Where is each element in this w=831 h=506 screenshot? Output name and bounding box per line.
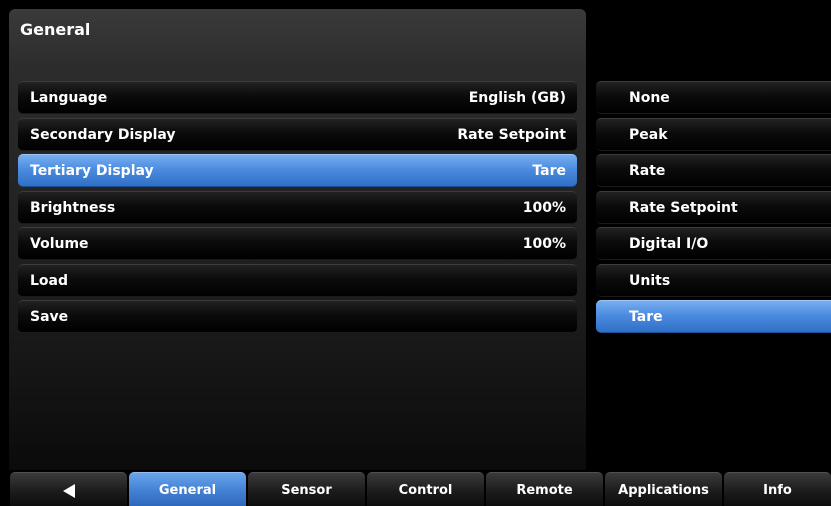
tab-label: Control bbox=[398, 483, 453, 498]
bottom-tab-bar: General Sensor Control Remote Applicatio… bbox=[0, 470, 831, 506]
setting-row-brightness[interactable]: Brightness 100% bbox=[18, 191, 577, 224]
option-rate-setpoint[interactable]: Rate Setpoint bbox=[596, 191, 831, 224]
tab-applications[interactable]: Applications bbox=[605, 472, 722, 506]
setting-label: Brightness bbox=[30, 199, 116, 216]
setting-row-volume[interactable]: Volume 100% bbox=[18, 227, 577, 260]
page-title: General bbox=[20, 20, 91, 39]
setting-row-language[interactable]: Language English (GB) bbox=[18, 81, 577, 114]
setting-value: 100% bbox=[522, 199, 566, 216]
tab-label: General bbox=[158, 483, 217, 498]
setting-row-secondary-display[interactable]: Secondary Display Rate Setpoint bbox=[18, 118, 577, 151]
setting-label: Load bbox=[30, 272, 69, 289]
setting-row-load[interactable]: Load bbox=[18, 264, 577, 297]
tab-general[interactable]: General bbox=[129, 472, 246, 506]
setting-label: Secondary Display bbox=[30, 126, 176, 143]
option-label: Peak bbox=[629, 126, 668, 143]
option-label: Units bbox=[629, 272, 671, 289]
setting-label: Language bbox=[30, 89, 108, 106]
option-peak[interactable]: Peak bbox=[596, 118, 831, 151]
tab-info[interactable]: Info bbox=[724, 472, 831, 506]
option-none[interactable]: None bbox=[596, 81, 831, 114]
back-button[interactable] bbox=[10, 472, 127, 506]
setting-value: English (GB) bbox=[468, 89, 566, 106]
setting-label: Save bbox=[30, 308, 69, 325]
option-rate[interactable]: Rate bbox=[596, 154, 831, 187]
tab-label: Remote bbox=[516, 483, 573, 498]
tab-sensor[interactable]: Sensor bbox=[248, 472, 365, 506]
setting-value: Rate Setpoint bbox=[457, 126, 566, 143]
setting-label: Volume bbox=[30, 235, 89, 252]
tab-label: Sensor bbox=[281, 483, 332, 498]
back-arrow-icon bbox=[62, 483, 75, 498]
option-label: None bbox=[629, 89, 670, 106]
option-units[interactable]: Units bbox=[596, 264, 831, 297]
setting-row-tertiary-display[interactable]: Tertiary Display Tare bbox=[18, 154, 577, 187]
option-label: Tare bbox=[629, 308, 663, 325]
setting-label: Tertiary Display bbox=[30, 162, 154, 179]
setting-row-save[interactable]: Save bbox=[18, 300, 577, 333]
option-label: Digital I/O bbox=[629, 235, 709, 252]
tab-remote[interactable]: Remote bbox=[486, 472, 603, 506]
tab-control[interactable]: Control bbox=[367, 472, 484, 506]
option-digital-io[interactable]: Digital I/O bbox=[596, 227, 831, 260]
setting-value: Tare bbox=[532, 162, 566, 179]
option-tare[interactable]: Tare bbox=[596, 300, 831, 333]
option-label: Rate bbox=[629, 162, 666, 179]
option-label: Rate Setpoint bbox=[629, 199, 738, 216]
tab-label: Info bbox=[763, 483, 792, 498]
setting-value: 100% bbox=[522, 235, 566, 252]
tab-label: Applications bbox=[618, 483, 709, 498]
